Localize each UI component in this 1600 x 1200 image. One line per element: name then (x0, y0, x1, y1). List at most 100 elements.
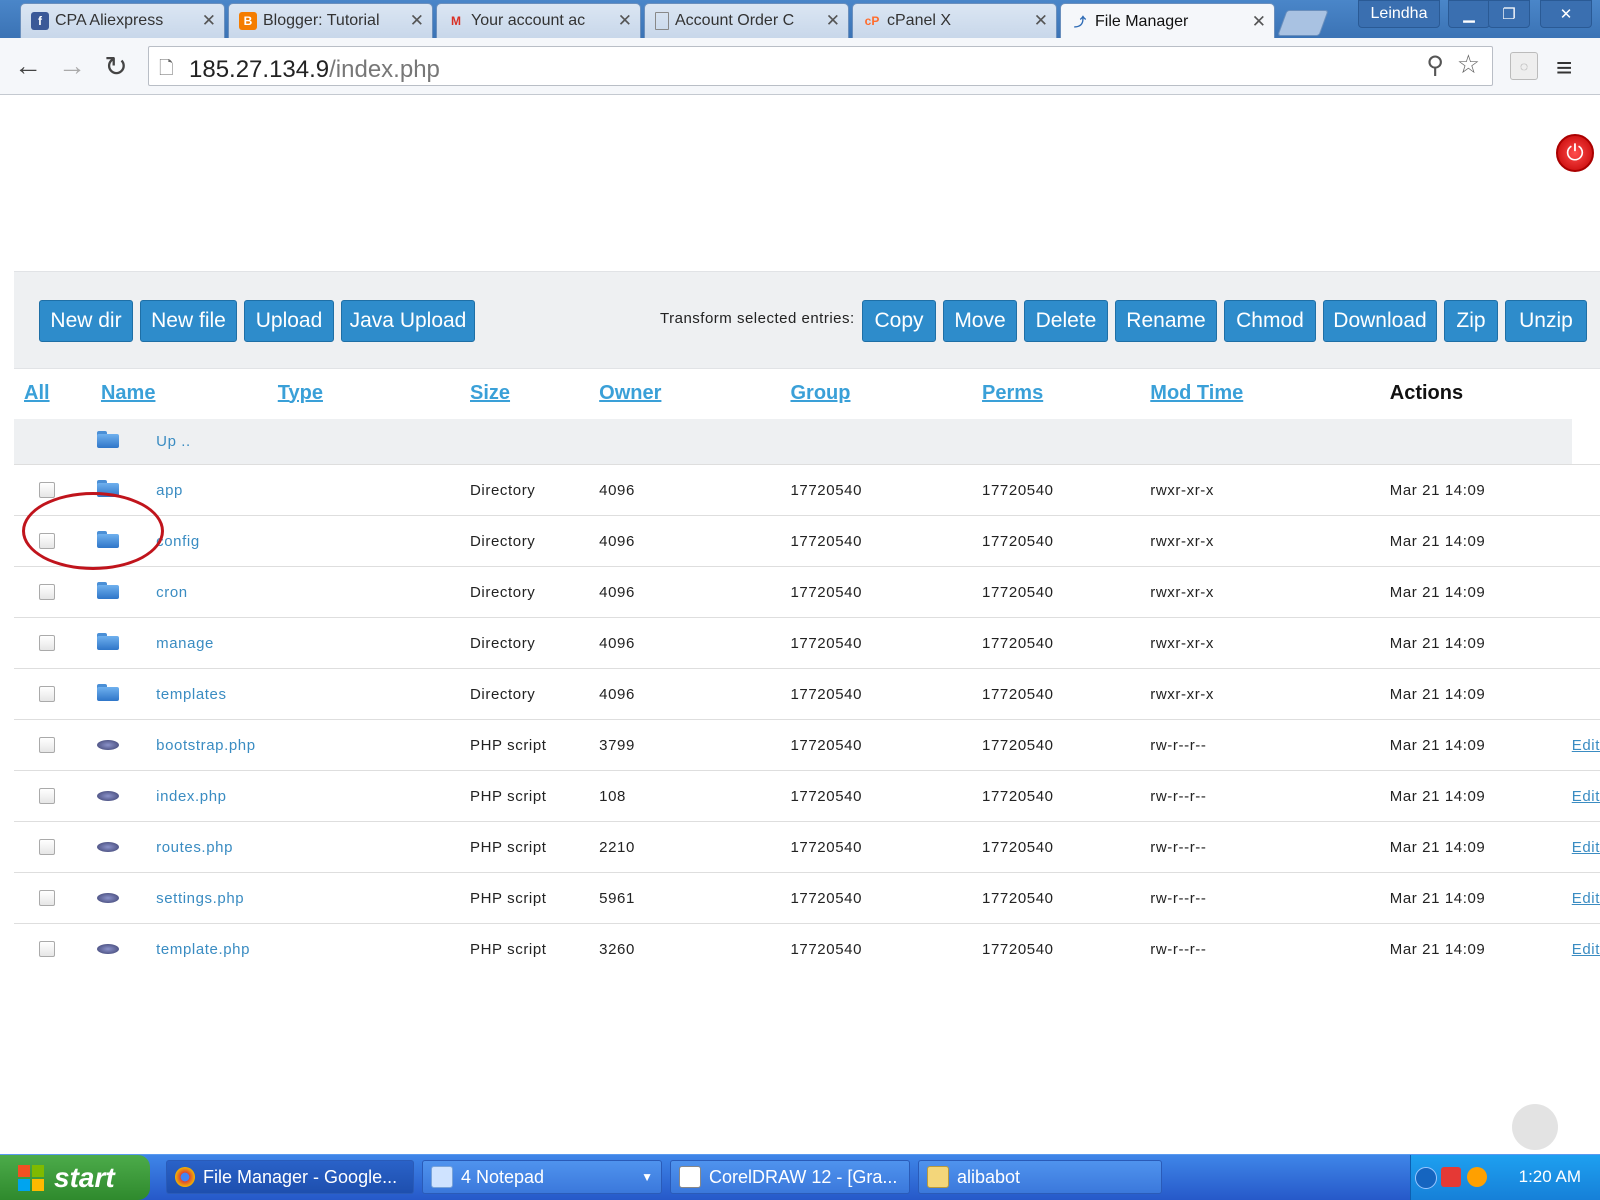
rename-button[interactable]: Rename (1115, 300, 1217, 342)
file-name-link[interactable]: routes.php (156, 839, 233, 856)
close-icon[interactable]: ✕ (1034, 11, 1048, 31)
copy-button[interactable]: Copy (862, 300, 936, 342)
extension-icon[interactable]: ◌ (1510, 52, 1538, 80)
folder-icon[interactable] (96, 431, 119, 448)
close-icon[interactable]: ✕ (1252, 12, 1266, 32)
table-row[interactable]: settings.php PHP script 5961 17720540 177205… (14, 872, 1600, 924)
download-button[interactable]: Download (1323, 300, 1437, 342)
table-row[interactable]: bootstrap.php PHP script 3799 17720540 17720… (14, 719, 1600, 771)
zoom-icon[interactable]: ⚲ (1426, 51, 1444, 80)
table-row[interactable]: routes.php PHP script 2210 17720540 17720540… (14, 821, 1600, 873)
close-icon[interactable]: ✕ (202, 11, 216, 31)
row-checkbox[interactable] (39, 635, 55, 651)
table-row[interactable]: index.php PHP script 108 17720540 17720540 rw… (14, 770, 1600, 822)
profile-button[interactable]: Leindha (1358, 0, 1440, 28)
table-row[interactable]: manage Directory 4096 17720540 17720540 rwxr-… (14, 617, 1600, 669)
edit-link[interactable]: Edit (1572, 788, 1600, 805)
php-script-icon[interactable] (96, 841, 119, 852)
file-name-link[interactable]: templates (156, 686, 226, 703)
row-checkbox[interactable] (39, 941, 55, 957)
menu-icon[interactable]: ≡ (1556, 52, 1572, 84)
file-name-link[interactable]: manage (156, 635, 214, 652)
logout-power-icon[interactable]: ⏻ (1556, 134, 1594, 172)
back-icon[interactable]: ← (10, 48, 46, 84)
row-checkbox[interactable] (39, 686, 55, 702)
start-button[interactable]: start (0, 1155, 150, 1200)
table-row[interactable]: app Directory 4096 17720540 17720540 rwxr-xr-… (14, 464, 1600, 516)
php-script-icon[interactable] (96, 943, 119, 954)
tray-expand-icon[interactable] (1415, 1167, 1437, 1189)
chmod-button[interactable]: Chmod (1224, 300, 1316, 342)
taskbar-item-chrome[interactable]: File Manager - Google... (166, 1160, 414, 1194)
row-checkbox[interactable] (39, 839, 55, 855)
close-icon[interactable]: ✕ (618, 11, 632, 31)
tab-cpanel[interactable]: cP cPanel X ✕ (852, 3, 1057, 38)
table-row[interactable]: templates Directory 4096 17720540 17720540 rw… (14, 668, 1600, 720)
file-name-link[interactable]: app (156, 482, 183, 499)
tab-account-order[interactable]: Account Order C ✕ (644, 3, 849, 38)
table-row[interactable]: template.php PHP script 3260 17720540 177205… (14, 923, 1600, 974)
forward-icon[interactable]: → (54, 48, 90, 84)
tab-gmail[interactable]: M Your account ac ✕ (436, 3, 641, 38)
tab-blogger[interactable]: B Blogger: Tutorial ✕ (228, 3, 433, 38)
php-script-icon[interactable] (96, 892, 119, 903)
tab-cpa-aliexpress[interactable]: f CPA Aliexpress ✕ (20, 3, 225, 38)
zip-button[interactable]: Zip (1444, 300, 1498, 342)
php-script-icon[interactable] (96, 739, 119, 750)
move-button[interactable]: Move (943, 300, 1017, 342)
minimize-icon[interactable]: ▁ (1448, 0, 1490, 28)
file-name-link[interactable]: cron (156, 584, 188, 601)
sort-perms-link[interactable]: Perms (982, 382, 1043, 404)
taskbar-item-notepad[interactable]: 4 Notepad ▼ (422, 1160, 662, 1194)
table-row[interactable]: config Directory 4096 17720540 17720540 rwxr-… (14, 515, 1600, 567)
file-name-link[interactable]: bootstrap.php (156, 737, 256, 754)
row-checkbox[interactable] (39, 737, 55, 753)
edit-link[interactable]: Edit (1572, 890, 1600, 907)
new-file-button[interactable]: New file (140, 300, 237, 342)
tab-file-manager[interactable]: ⤴ File Manager ✕ (1060, 3, 1275, 39)
edit-link[interactable]: Edit (1572, 737, 1600, 754)
antivirus-icon[interactable] (1441, 1167, 1461, 1187)
php-script-icon[interactable] (96, 790, 119, 801)
sort-type-link[interactable]: Type (278, 382, 323, 404)
edit-link[interactable]: Edit (1572, 941, 1600, 958)
file-name-link[interactable]: index.php (156, 788, 226, 805)
new-dir-button[interactable]: New dir (39, 300, 133, 342)
edit-link[interactable]: Edit (1572, 839, 1600, 856)
taskbar-item-alibabot[interactable]: alibabot (918, 1160, 1162, 1194)
window-close-icon[interactable]: ✕ (1540, 0, 1592, 28)
sort-owner-link[interactable]: Owner (599, 382, 661, 404)
sort-size-link[interactable]: Size (470, 382, 510, 404)
up-directory-row[interactable]: Up .. (14, 419, 1600, 465)
row-checkbox[interactable] (39, 584, 55, 600)
java-upload-button[interactable]: Java Upload (341, 300, 475, 342)
blogger-icon: B (239, 12, 257, 30)
close-icon[interactable]: ✕ (410, 11, 424, 31)
select-all-link[interactable]: All (24, 382, 50, 404)
folder-icon[interactable] (96, 632, 119, 650)
delete-button[interactable]: Delete (1024, 300, 1108, 342)
folder-icon[interactable] (96, 683, 119, 701)
row-checkbox[interactable] (39, 788, 55, 804)
sort-mtime-link[interactable]: Mod Time (1150, 382, 1243, 404)
table-row[interactable]: cron Directory 4096 17720540 17720540 rwxr-xr… (14, 566, 1600, 618)
row-checkbox[interactable] (39, 890, 55, 906)
sort-group-link[interactable]: Group (790, 382, 850, 404)
scroll-overlay-icon[interactable] (1512, 1104, 1558, 1150)
bookmark-star-icon[interactable]: ☆ (1457, 49, 1480, 80)
taskbar-item-coreldraw[interactable]: CorelDRAW 12 - [Gra... (670, 1160, 910, 1194)
close-icon[interactable]: ✕ (826, 11, 840, 31)
restore-icon[interactable]: ❐ (1488, 0, 1530, 28)
file-name-link[interactable]: settings.php (156, 890, 244, 907)
file-name-link[interactable]: template.php (156, 941, 250, 958)
reload-icon[interactable]: ↻ (98, 48, 134, 84)
folder-icon[interactable] (96, 581, 119, 599)
upload-button[interactable]: Upload (244, 300, 334, 342)
row-checkbox[interactable] (39, 482, 55, 498)
up-link[interactable]: Up .. (156, 433, 191, 450)
address-bar[interactable]: 🗋 185.27.134.9/index.php ⚲ ☆ (148, 46, 1493, 86)
sort-name-link[interactable]: Name (101, 382, 155, 404)
unzip-button[interactable]: Unzip (1505, 300, 1587, 342)
tray-app-icon[interactable] (1467, 1167, 1487, 1187)
new-tab-button[interactable] (1277, 10, 1329, 36)
